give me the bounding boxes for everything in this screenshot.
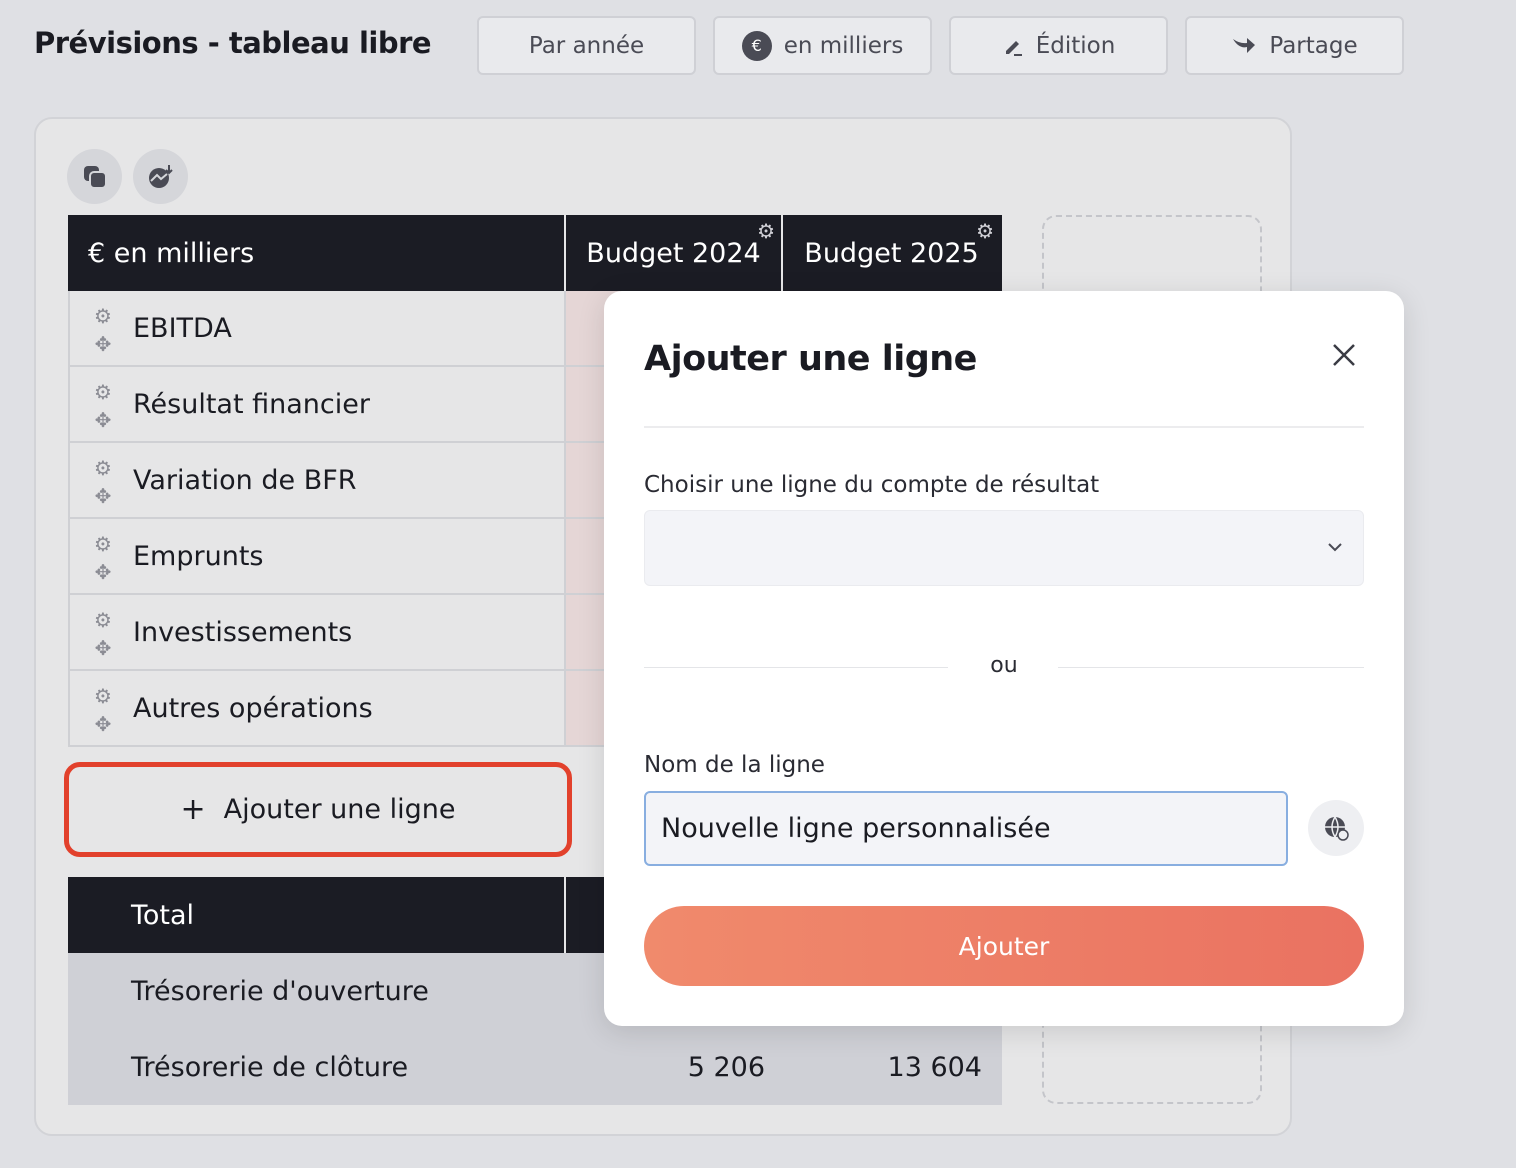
- unit-button-label: en milliers: [783, 32, 904, 59]
- gear-icon[interactable]: ⚙: [94, 531, 112, 557]
- row-label: Autres opérations: [133, 692, 373, 724]
- edit-button[interactable]: Édition: [949, 16, 1168, 75]
- or-text: ou: [990, 653, 1018, 678]
- row-label: Résultat financier: [133, 388, 370, 420]
- close-icon[interactable]: [1328, 339, 1360, 371]
- euro-icon: €: [741, 30, 772, 61]
- period-button-label: Par année: [528, 32, 645, 59]
- drag-handle-icon[interactable]: ✥: [95, 407, 112, 433]
- unit-button[interactable]: € en milliers: [713, 16, 932, 75]
- drag-handle-icon[interactable]: ✥: [95, 483, 112, 509]
- row-value: 13 604: [887, 1051, 982, 1083]
- gear-icon[interactable]: ⚙: [757, 219, 775, 243]
- row-label: Trésorerie d'ouverture: [131, 975, 429, 1007]
- row-label: EBITDA: [133, 312, 232, 344]
- gear-icon[interactable]: ⚙: [94, 607, 112, 633]
- row-value: 5 206: [687, 1051, 765, 1083]
- drag-handle-icon[interactable]: ✥: [95, 559, 112, 585]
- income-line-select[interactable]: [644, 510, 1364, 586]
- row-label: Trésorerie de clôture: [131, 1051, 409, 1083]
- modal-title: Ajouter une ligne: [644, 339, 977, 379]
- page-title: Prévisions - tableau libre: [34, 26, 432, 60]
- gear-icon[interactable]: ⚙: [94, 379, 112, 405]
- plus-icon: +: [180, 792, 206, 827]
- line-name-input[interactable]: [644, 791, 1288, 866]
- closing-cash-row: Trésorerie de clôture 5 206 13 604: [68, 1029, 1002, 1105]
- period-button[interactable]: Par année: [477, 16, 696, 75]
- unit-header: € en milliers: [68, 215, 566, 291]
- divider: [1058, 667, 1364, 668]
- column-header-label: Budget 2025: [804, 237, 979, 269]
- total-label: Total: [68, 877, 566, 953]
- drag-handle-icon[interactable]: ✥: [95, 635, 112, 661]
- row-label: Investissements: [133, 616, 353, 648]
- column-header: Budget 2024 ⚙: [566, 215, 783, 291]
- gear-icon[interactable]: ⚙: [94, 455, 112, 481]
- share-button[interactable]: Partage: [1185, 16, 1404, 75]
- add-line-button[interactable]: + Ajouter une ligne: [64, 762, 572, 857]
- column-header-label: Budget 2024: [586, 237, 761, 269]
- drag-handle-icon[interactable]: ✥: [95, 331, 112, 357]
- chevron-down-icon: [1325, 537, 1345, 561]
- add-line-label: Ajouter une ligne: [223, 794, 456, 825]
- column-header: Budget 2025 ⚙: [783, 215, 1000, 291]
- row-label: Variation de BFR: [133, 464, 357, 496]
- select-label: Choisir une ligne du compte de résultat: [644, 472, 1100, 498]
- name-label: Nom de la ligne: [644, 752, 825, 778]
- edit-button-label: Édition: [1035, 32, 1116, 59]
- globe-icon[interactable]: [1308, 800, 1364, 856]
- add-line-modal: Ajouter une ligne Choisir une ligne du c…: [604, 291, 1404, 1026]
- modal-divider: [644, 426, 1364, 428]
- chart-export-icon[interactable]: [133, 149, 188, 204]
- divider: [644, 667, 948, 668]
- pencil-icon: [1002, 35, 1024, 57]
- share-icon: [1231, 35, 1257, 57]
- gear-icon[interactable]: ⚙: [94, 303, 112, 329]
- drag-handle-icon[interactable]: ✥: [95, 711, 112, 737]
- gear-icon[interactable]: ⚙: [976, 219, 994, 243]
- add-submit-button[interactable]: Ajouter: [644, 906, 1364, 986]
- copy-icon[interactable]: [67, 149, 122, 204]
- share-button-label: Partage: [1269, 32, 1358, 59]
- table-header: € en milliers Budget 2024 ⚙ Budget 2025 …: [68, 215, 1002, 291]
- gear-icon[interactable]: ⚙: [94, 683, 112, 709]
- row-label: Emprunts: [133, 540, 264, 572]
